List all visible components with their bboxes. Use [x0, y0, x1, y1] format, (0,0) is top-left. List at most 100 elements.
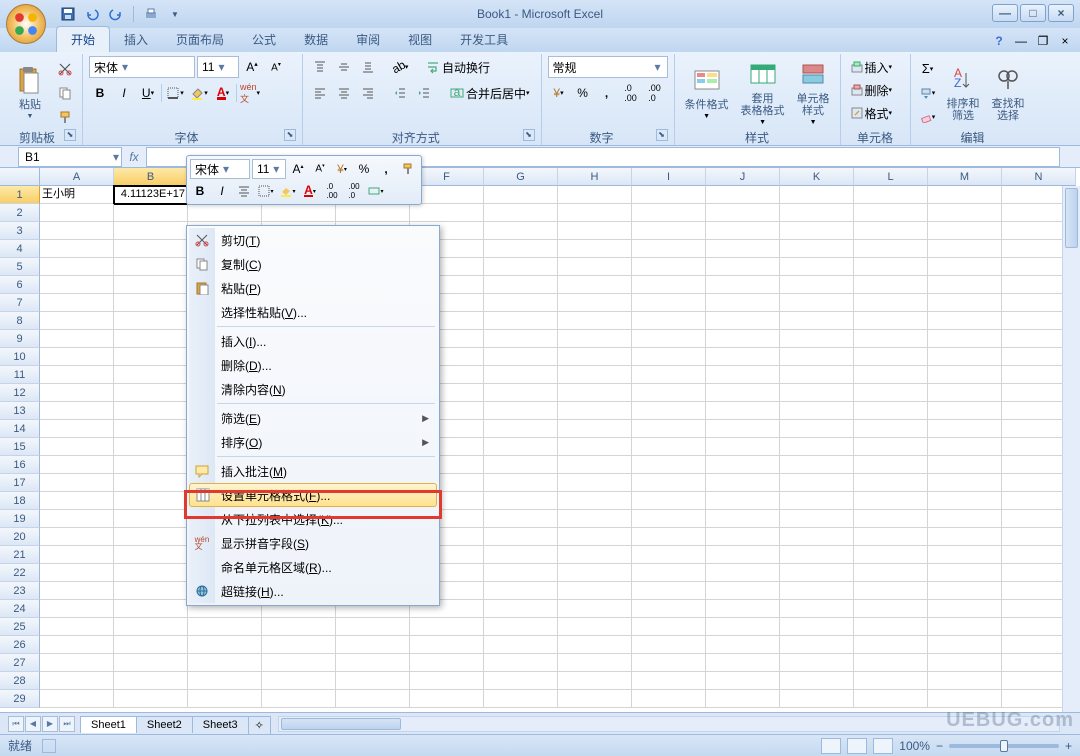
cell-M10[interactable] — [928, 348, 1002, 366]
cell-K24[interactable] — [780, 600, 854, 618]
mini-bold[interactable]: B — [190, 181, 210, 201]
cell-M21[interactable] — [928, 546, 1002, 564]
row-header-28[interactable]: 28 — [0, 672, 40, 690]
cell-L21[interactable] — [854, 546, 928, 564]
cell-G15[interactable] — [484, 438, 558, 456]
column-header-K[interactable]: K — [780, 168, 854, 186]
cell-I15[interactable] — [632, 438, 706, 456]
cell-I7[interactable] — [632, 294, 706, 312]
cell-L10[interactable] — [854, 348, 928, 366]
cell-M13[interactable] — [928, 402, 1002, 420]
cell-L3[interactable] — [854, 222, 928, 240]
cell-L25[interactable] — [854, 618, 928, 636]
cell-F27[interactable] — [410, 654, 484, 672]
cell-B5[interactable] — [114, 258, 188, 276]
ctx-copy[interactable]: 复制(C) — [189, 252, 437, 276]
cell-B13[interactable] — [114, 402, 188, 420]
doc-close[interactable]: × — [1056, 32, 1074, 50]
macro-record-button[interactable] — [42, 739, 56, 753]
align-right[interactable] — [357, 82, 379, 104]
cell-M1[interactable] — [928, 186, 1002, 204]
cell-J2[interactable] — [706, 204, 780, 222]
cell-G12[interactable] — [484, 384, 558, 402]
ctx-show-phonetic[interactable]: wén文显示拼音字段(S) — [189, 531, 437, 555]
orientation-button[interactable]: ab▾ — [389, 56, 411, 78]
ctx-insert-comment[interactable]: 插入批注(M) — [189, 459, 437, 483]
qat-customize[interactable]: ▼ — [165, 4, 185, 24]
tab-review[interactable]: 审阅 — [342, 27, 394, 52]
ctx-sort[interactable]: 排序(O)▶ — [189, 430, 437, 454]
cell-K2[interactable] — [780, 204, 854, 222]
cell-B10[interactable] — [114, 348, 188, 366]
cell-I23[interactable] — [632, 582, 706, 600]
cell-B15[interactable] — [114, 438, 188, 456]
cell-B23[interactable] — [114, 582, 188, 600]
cell-L15[interactable] — [854, 438, 928, 456]
row-header-27[interactable]: 27 — [0, 654, 40, 672]
cell-J15[interactable] — [706, 438, 780, 456]
cell-B14[interactable] — [114, 420, 188, 438]
cell-K23[interactable] — [780, 582, 854, 600]
mini-border[interactable]: ▾ — [256, 181, 276, 201]
cell-G22[interactable] — [484, 564, 558, 582]
cell-G28[interactable] — [484, 672, 558, 690]
number-dialog[interactable]: ⬊ — [656, 129, 668, 141]
cell-B9[interactable] — [114, 330, 188, 348]
cell-G5[interactable] — [484, 258, 558, 276]
ctx-delete[interactable]: 删除(D)... — [189, 353, 437, 377]
cell-H12[interactable] — [558, 384, 632, 402]
cell-I2[interactable] — [632, 204, 706, 222]
cell-H18[interactable] — [558, 492, 632, 510]
row-header-4[interactable]: 4 — [0, 240, 40, 258]
row-header-13[interactable]: 13 — [0, 402, 40, 420]
cell-J24[interactable] — [706, 600, 780, 618]
cell-B11[interactable] — [114, 366, 188, 384]
cell-E2[interactable] — [336, 204, 410, 222]
cell-L16[interactable] — [854, 456, 928, 474]
cell-A12[interactable] — [40, 384, 114, 402]
cell-M24[interactable] — [928, 600, 1002, 618]
cell-J16[interactable] — [706, 456, 780, 474]
cell-K7[interactable] — [780, 294, 854, 312]
cell-I21[interactable] — [632, 546, 706, 564]
undo-button[interactable] — [82, 4, 102, 24]
cell-B18[interactable] — [114, 492, 188, 510]
column-header-G[interactable]: G — [484, 168, 558, 186]
mini-align-center[interactable] — [234, 181, 254, 201]
doc-restore[interactable]: ❐ — [1034, 32, 1052, 50]
cell-L24[interactable] — [854, 600, 928, 618]
cell-M11[interactable] — [928, 366, 1002, 384]
sort-filter-button[interactable]: AZ排序和 筛选 — [943, 62, 984, 124]
cell-K11[interactable] — [780, 366, 854, 384]
select-all-corner[interactable] — [0, 168, 40, 186]
cell-I26[interactable] — [632, 636, 706, 654]
sheet-nav-first[interactable]: ⏮ — [8, 716, 24, 732]
ctx-insert[interactable]: 插入(I)... — [189, 329, 437, 353]
tab-formulas[interactable]: 公式 — [238, 27, 290, 52]
cell-I24[interactable] — [632, 600, 706, 618]
cell-H25[interactable] — [558, 618, 632, 636]
clipboard-dialog[interactable]: ⬊ — [64, 129, 76, 141]
cell-L5[interactable] — [854, 258, 928, 276]
cell-K12[interactable] — [780, 384, 854, 402]
cell-K9[interactable] — [780, 330, 854, 348]
cell-F2[interactable] — [410, 204, 484, 222]
cell-A15[interactable] — [40, 438, 114, 456]
cell-L9[interactable] — [854, 330, 928, 348]
cell-A25[interactable] — [40, 618, 114, 636]
cell-L1[interactable] — [854, 186, 928, 204]
cell-I19[interactable] — [632, 510, 706, 528]
cell-H21[interactable] — [558, 546, 632, 564]
column-header-H[interactable]: H — [558, 168, 632, 186]
cell-J14[interactable] — [706, 420, 780, 438]
percent-format[interactable]: % — [572, 82, 594, 104]
zoom-percent[interactable]: 100% — [899, 739, 930, 753]
cell-K8[interactable] — [780, 312, 854, 330]
cell-J29[interactable] — [706, 690, 780, 708]
cell-A29[interactable] — [40, 690, 114, 708]
column-header-M[interactable]: M — [928, 168, 1002, 186]
cell-I28[interactable] — [632, 672, 706, 690]
cell-B8[interactable] — [114, 312, 188, 330]
cell-D28[interactable] — [262, 672, 336, 690]
cell-B17[interactable] — [114, 474, 188, 492]
